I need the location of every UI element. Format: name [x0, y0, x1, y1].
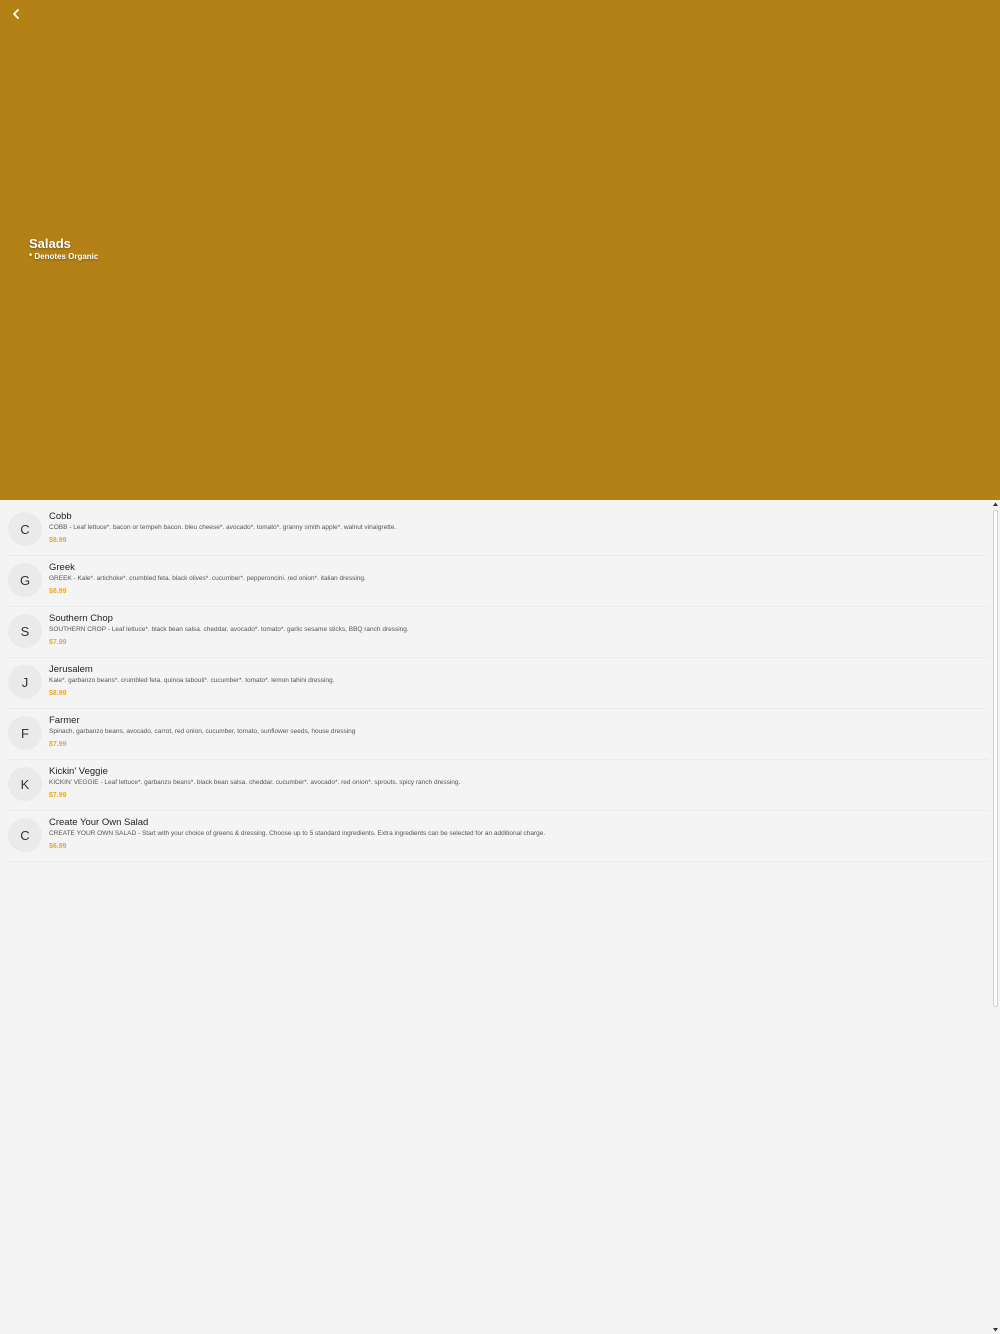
scroll-down-button[interactable] — [992, 1326, 999, 1333]
item-name: Farmer — [49, 715, 80, 726]
menu-item-southern-chop[interactable]: S Southern Chop SOUTHERN CROP - Leaf let… — [8, 607, 988, 658]
item-name: Cobb — [49, 511, 72, 522]
item-avatar: C — [8, 818, 42, 852]
page-subtitle: * Denotes Organic — [29, 252, 99, 261]
menu-item-list: C Cobb COBB - Leaf lettuce*. bacon or te… — [0, 500, 990, 862]
item-avatar: F — [8, 716, 42, 750]
page-title: Salads — [29, 236, 71, 251]
item-name: Create Your Own Salad — [49, 817, 149, 828]
item-description: COBB - Leaf lettuce*. bacon or tempeh ba… — [49, 524, 397, 531]
menu-item-greek[interactable]: G Greek GREEK - Kale*. artichoke*. crumb… — [8, 556, 988, 607]
item-description: Spinach, garbanzo beans, avocado, carrot… — [49, 728, 356, 735]
item-description: SOUTHERN CROP - Leaf lettuce*. black bea… — [49, 626, 409, 633]
item-description: Kale*. garbanzo beans*. crumbled feta. q… — [49, 677, 335, 684]
triangle-up-icon — [993, 502, 998, 506]
header-banner: Salads * Denotes Organic — [0, 0, 1000, 500]
item-price: $8.99 — [49, 537, 67, 544]
menu-item-cobb[interactable]: C Cobb COBB - Leaf lettuce*. bacon or te… — [8, 505, 988, 556]
item-name: Greek — [49, 562, 75, 573]
item-avatar: G — [8, 563, 42, 597]
menu-item-create-your-own-salad[interactable]: C Create Your Own Salad CREATE YOUR OWN … — [8, 811, 988, 862]
item-description: CREATE YOUR OWN SALAD - Start with your … — [49, 830, 546, 837]
chevron-left-icon — [13, 9, 19, 19]
item-price: $7.99 — [49, 639, 67, 646]
item-name: Southern Chop — [49, 613, 113, 624]
item-price: $6.99 — [49, 843, 67, 850]
menu-item-kickin-veggie[interactable]: K Kickin' Veggie KICKIN' VEGGIE - Leaf l… — [8, 760, 988, 811]
item-avatar: C — [8, 512, 42, 546]
item-avatar: S — [8, 614, 42, 648]
item-avatar: J — [8, 665, 42, 699]
menu-item-jerusalem[interactable]: J Jerusalem Kale*. garbanzo beans*. crum… — [8, 658, 988, 709]
triangle-down-icon — [993, 1328, 998, 1332]
item-price: $7.99 — [49, 792, 67, 799]
vertical-scrollbar[interactable] — [991, 500, 1000, 1334]
scroll-up-button[interactable] — [992, 501, 999, 508]
back-button[interactable] — [6, 4, 28, 24]
item-name: Kickin' Veggie — [49, 766, 108, 777]
item-avatar: K — [8, 767, 42, 801]
item-price: $7.99 — [49, 741, 67, 748]
item-description: GREEK - Kale*. artichoke*. crumbled feta… — [49, 575, 366, 582]
item-name: Jerusalem — [49, 664, 93, 675]
menu-item-farmer[interactable]: F Farmer Spinach, garbanzo beans, avocad… — [8, 709, 988, 760]
item-price: $8.99 — [49, 588, 67, 595]
item-price: $8.99 — [49, 690, 67, 697]
item-description: KICKIN' VEGGIE - Leaf lettuce*. garbanzo… — [49, 779, 461, 786]
scroll-thumb[interactable] — [993, 510, 998, 1007]
